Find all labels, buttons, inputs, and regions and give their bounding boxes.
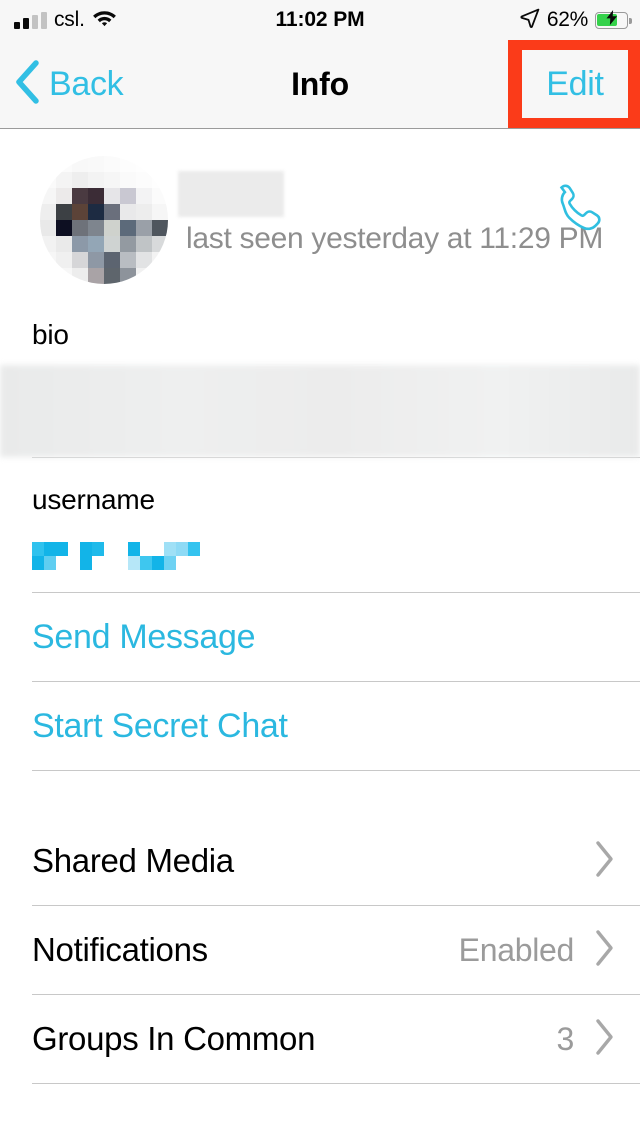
send-message-label: Send Message — [32, 617, 256, 656]
chevron-right-icon — [592, 839, 618, 884]
location-arrow-icon — [520, 8, 540, 33]
start-secret-chat-label: Start Secret Chat — [32, 706, 288, 745]
username-section: username — [0, 458, 640, 570]
notifications-label: Notifications — [32, 931, 208, 968]
username-label: username — [32, 484, 155, 515]
start-secret-chat-link[interactable]: Start Secret Chat — [0, 682, 640, 770]
contact-name-redacted — [178, 171, 284, 217]
profile-header: last seen yesterday at 11:29 PM — [0, 129, 640, 319]
battery-charging-icon — [595, 10, 632, 29]
groups-in-common-value: 3 — [556, 1020, 575, 1057]
groups-in-common-label: Groups In Common — [32, 1020, 316, 1057]
edit-button[interactable]: Edit — [522, 50, 628, 118]
notifications-value: Enabled — [458, 931, 575, 968]
chevron-right-icon — [592, 928, 618, 973]
phone-call-icon[interactable] — [548, 177, 606, 240]
username-value-redacted[interactable] — [32, 542, 224, 570]
bio-section: bio — [0, 319, 640, 457]
status-bar: csl. 11:02 PM 62% — [0, 0, 640, 40]
battery-percent-label: 62% — [546, 8, 588, 31]
last-seen-status: last seen yesterday at 11:29 PM — [186, 222, 604, 255]
navigation-bar: Back Info Edit — [0, 40, 640, 129]
status-bar-right: 62% — [520, 8, 632, 33]
bio-label: bio — [32, 319, 69, 350]
shared-media-row[interactable]: Shared Media — [0, 817, 640, 905]
info-content: last seen yesterday at 11:29 PM bio user… — [0, 129, 640, 1084]
bio-value-redacted[interactable] — [0, 365, 640, 457]
avatar-pixelated[interactable] — [40, 156, 168, 284]
divider — [32, 1083, 640, 1084]
groups-in-common-row[interactable]: Groups In Common 3 — [0, 995, 640, 1083]
edit-button-highlight: Edit — [508, 40, 640, 128]
shared-media-label: Shared Media — [32, 842, 234, 879]
chevron-right-icon — [592, 1017, 618, 1062]
section-gap — [0, 771, 640, 817]
send-message-link[interactable]: Send Message — [0, 593, 640, 681]
notifications-row[interactable]: Notifications Enabled — [0, 906, 640, 994]
edit-button-label: Edit — [546, 64, 604, 103]
